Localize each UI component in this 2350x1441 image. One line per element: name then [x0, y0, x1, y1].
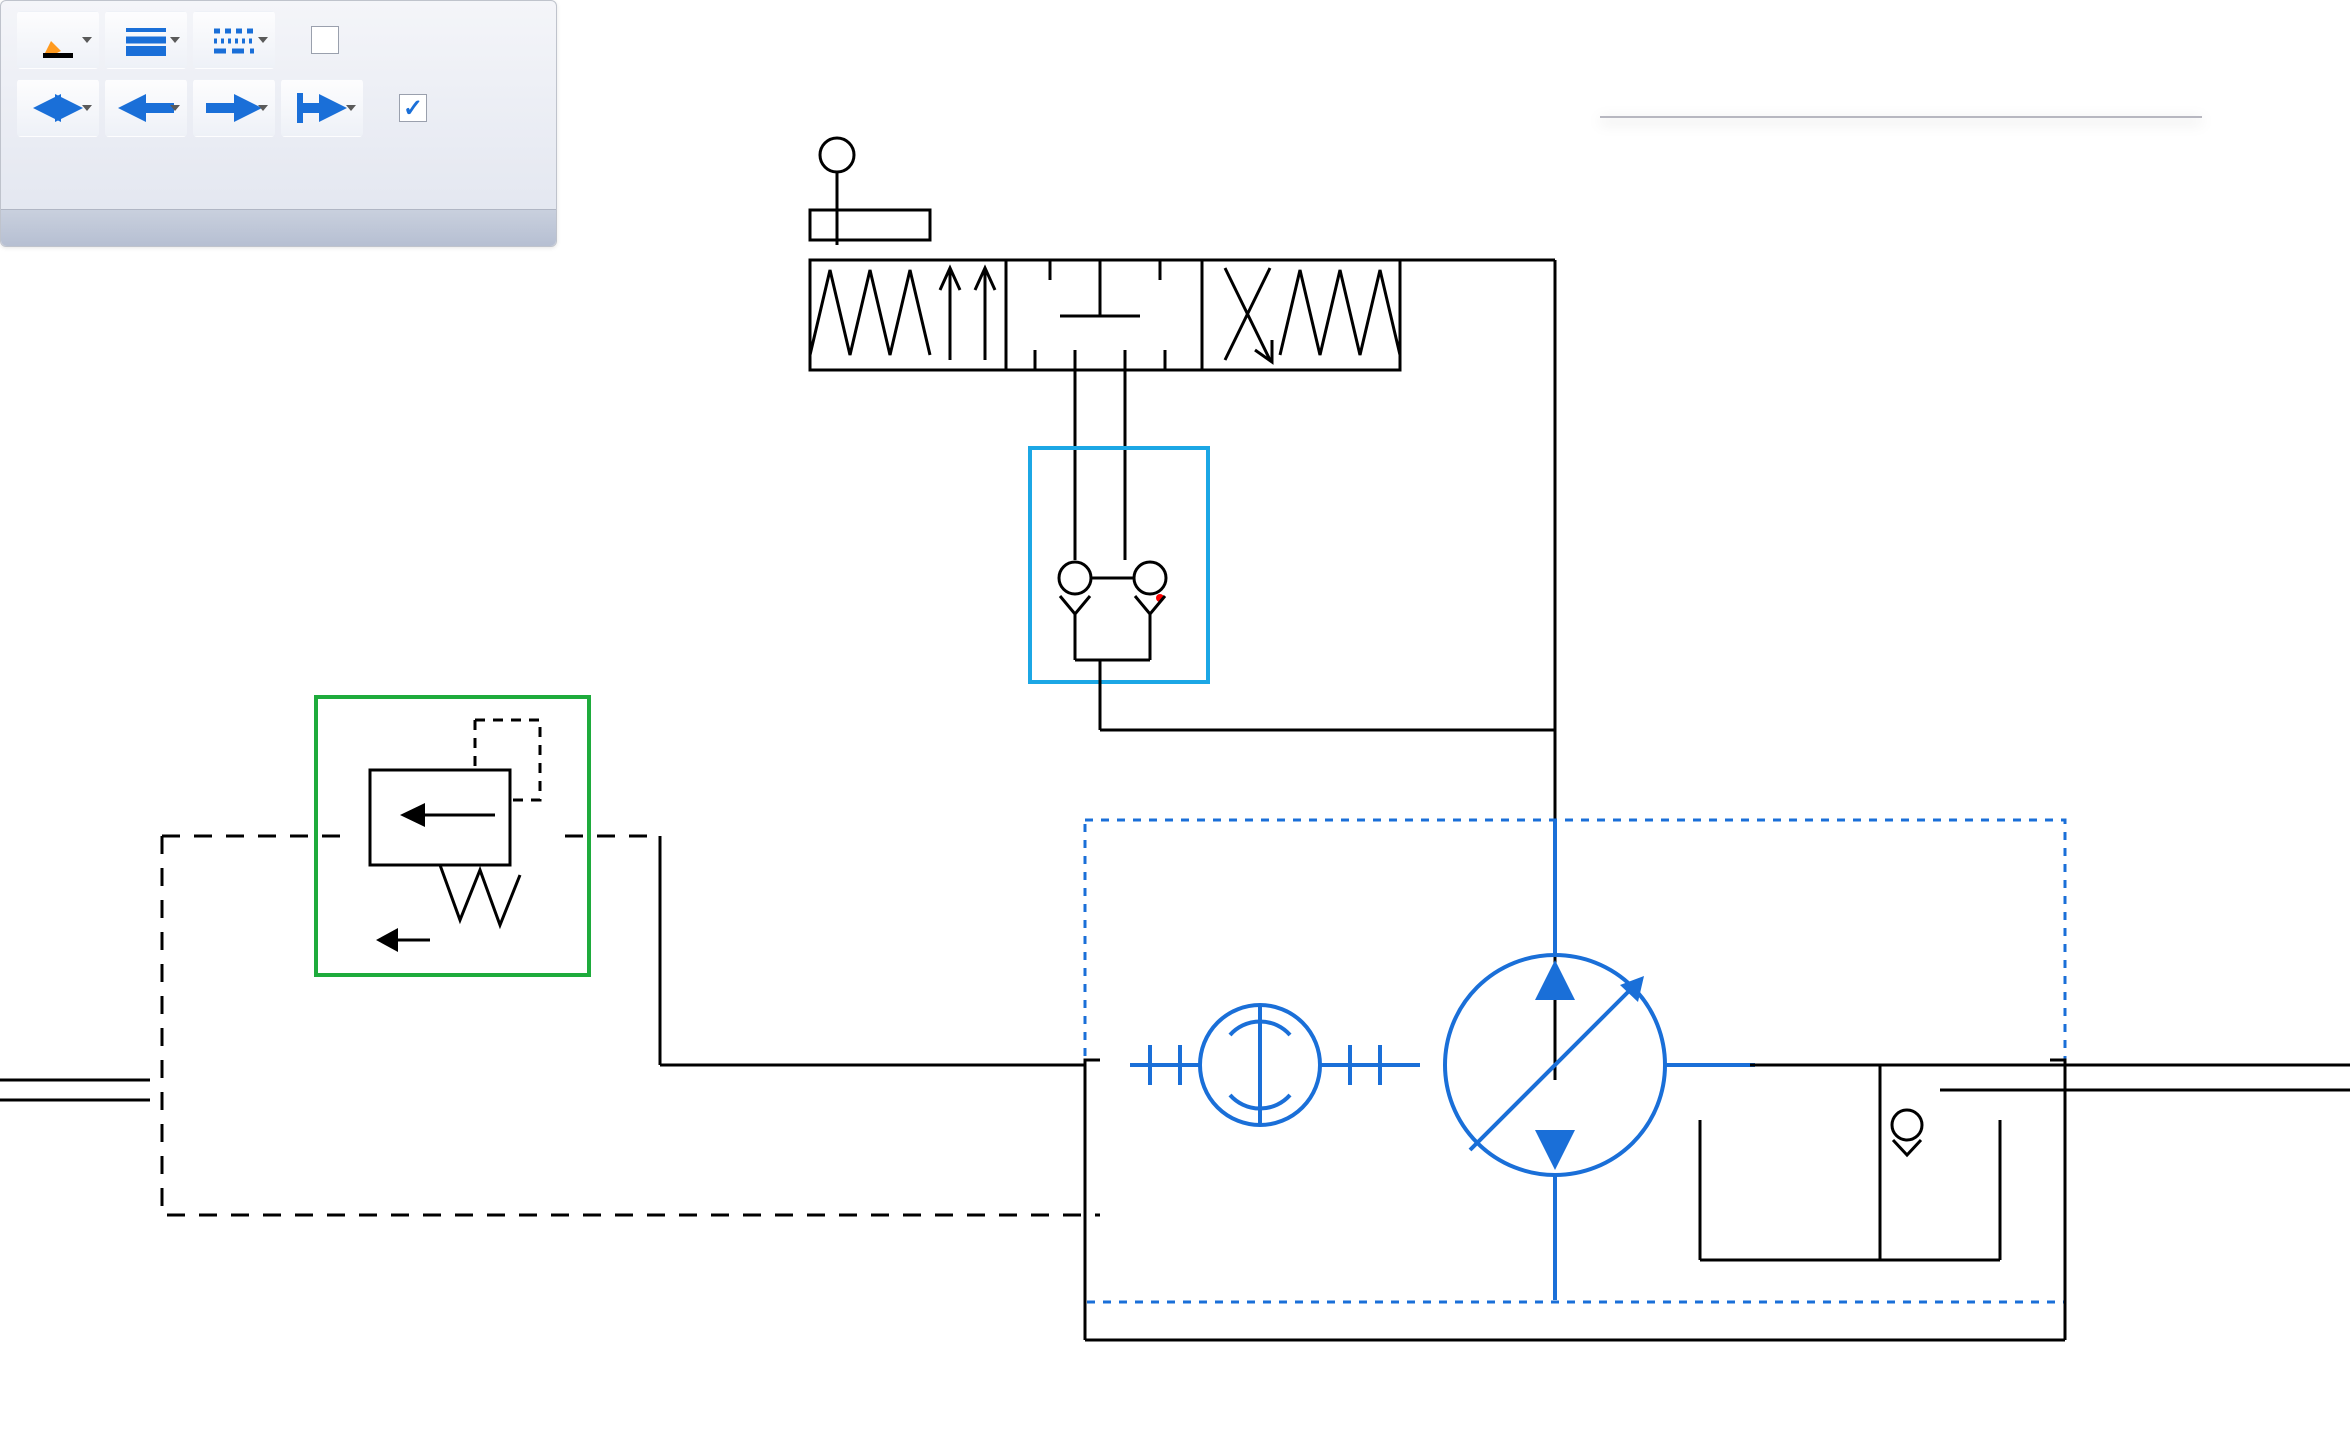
ribbon-line-group	[0, 0, 557, 247]
pen-icon	[39, 21, 77, 59]
line-style-button[interactable]	[193, 11, 275, 69]
arrow-left-button[interactable]	[105, 79, 187, 137]
outline-checkbox[interactable]	[311, 26, 339, 54]
line-color-button[interactable]	[17, 11, 99, 69]
line-weight-icon	[124, 24, 168, 56]
arrow-end-button[interactable]	[281, 79, 363, 137]
arrow-both-button[interactable]	[17, 79, 99, 137]
arrow-right-icon	[206, 94, 262, 122]
pressure-relief-valve[interactable]	[316, 697, 589, 975]
line-style-icon	[212, 24, 256, 56]
ribbon-group-title	[1, 209, 556, 246]
frame-checkbox[interactable]	[399, 94, 427, 122]
arrow-left-icon	[118, 94, 174, 122]
check-valve-assembly[interactable]	[1030, 448, 1208, 682]
arrow-right-button[interactable]	[193, 79, 275, 137]
directional-valve-symbol	[810, 138, 1555, 450]
arrow-both-icon	[33, 94, 83, 122]
context-menu	[1600, 116, 2202, 118]
selection-frame[interactable]	[1085, 820, 2065, 1302]
arrow-end-icon	[297, 93, 347, 123]
line-weight-button[interactable]	[105, 11, 187, 69]
